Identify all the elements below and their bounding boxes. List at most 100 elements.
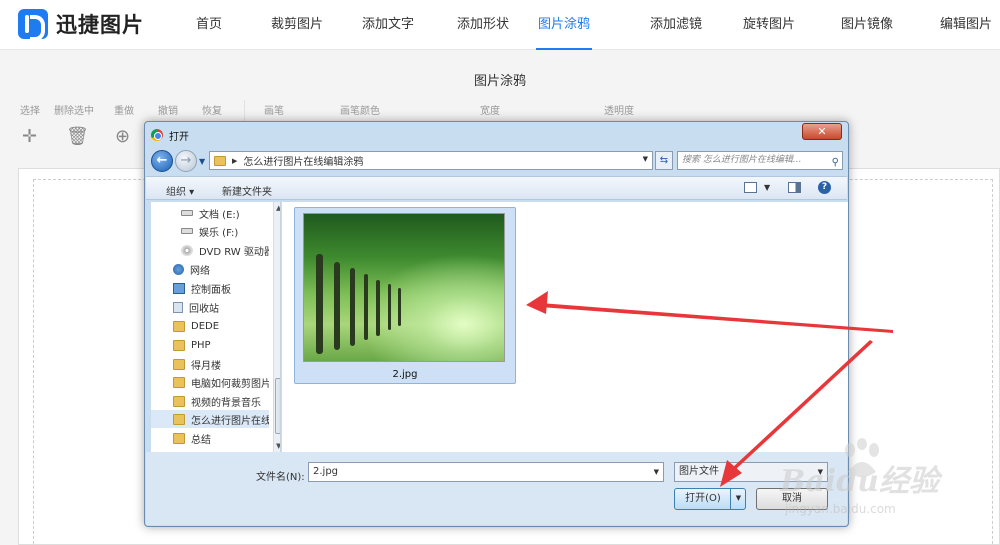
nav-menu: 首页 裁剪图片 添加文字 添加形状 图片涂鸦 添加滤镜 旋转图片 图片镜像 编辑… bbox=[180, 0, 1000, 50]
address-bar[interactable]: ▶ 怎么进行图片在线编辑涂鸦 ▼ bbox=[209, 151, 653, 170]
tool-label-delete: 删除选中 bbox=[54, 106, 94, 117]
scroll-down-icon[interactable]: ▼ bbox=[276, 442, 280, 450]
move-icon[interactable]: ✛ bbox=[22, 126, 37, 147]
tree-item-folder[interactable]: PHP bbox=[151, 336, 269, 354]
file-list-pane: 2.jpg bbox=[282, 202, 848, 452]
tree-item-label: 娱乐 (F:) bbox=[199, 227, 239, 239]
drive-icon bbox=[181, 228, 193, 234]
nav-item-filter[interactable]: 添加滤镜 bbox=[622, 0, 730, 50]
logo[interactable]: 迅捷图片 bbox=[18, 9, 144, 41]
open-dropdown-icon[interactable]: ▼ bbox=[730, 488, 746, 510]
logo-text: 迅捷图片 bbox=[56, 13, 144, 37]
tree-item-recycle-bin[interactable]: 回收站 bbox=[151, 298, 269, 316]
breadcrumb-arrow-icon[interactable]: ▶ bbox=[232, 157, 237, 165]
search-icon: ⚲ bbox=[831, 157, 839, 168]
file-item[interactable]: 2.jpg bbox=[294, 207, 516, 384]
tree-item-label: 文档 (E:) bbox=[199, 209, 240, 221]
tree-item-folder[interactable]: 总结 bbox=[151, 429, 269, 447]
tool-label-select: 选择 bbox=[20, 106, 40, 117]
tree-item-label: 视频的背景音乐 bbox=[191, 397, 261, 409]
dialog-title-bar: 打开 bbox=[151, 126, 189, 144]
tree-item-folder[interactable]: 得月楼 bbox=[151, 355, 269, 373]
tree-trunk-shape bbox=[334, 262, 340, 350]
address-row: ← → ▼ ▶ 怎么进行图片在线编辑涂鸦 ▼ ⇆ 搜索 怎么进行图片在线编辑..… bbox=[151, 149, 843, 173]
nav-item-home[interactable]: 首页 bbox=[180, 0, 238, 50]
back-button[interactable]: ← bbox=[151, 150, 173, 172]
watermark-text: Baidu经验 bbox=[780, 464, 939, 499]
tree-item-control-panel[interactable]: 控制面板 bbox=[151, 279, 269, 297]
view-dropdown-icon[interactable]: ▼ bbox=[764, 183, 770, 192]
tree-item-folder[interactable]: DEDE bbox=[151, 317, 269, 335]
nav-item-add-text[interactable]: 添加文字 bbox=[346, 0, 430, 50]
logo-icon bbox=[18, 9, 48, 41]
tree-scrollbar[interactable]: ▲ ▼ bbox=[273, 202, 280, 452]
filename-dropdown-icon[interactable]: ▼ bbox=[654, 463, 659, 481]
folder-icon bbox=[173, 413, 185, 425]
scroll-up-icon[interactable]: ▲ bbox=[276, 204, 280, 212]
nav-item-rotate[interactable]: 旋转图片 bbox=[730, 0, 808, 50]
nav-item-mirror[interactable]: 图片镜像 bbox=[808, 0, 926, 50]
nav-item-doodle[interactable]: 图片涂鸦 bbox=[536, 0, 592, 50]
baidu-watermark: Baidu经验 jingyan.baidu.com bbox=[780, 438, 980, 528]
help-icon[interactable]: ? bbox=[818, 181, 831, 194]
tree-trunk-shape bbox=[376, 280, 380, 336]
view-options-icon[interactable] bbox=[744, 182, 757, 193]
drive-icon bbox=[181, 210, 193, 216]
tree-item-dvd[interactable]: DVD RW 驱动器 bbox=[151, 241, 269, 259]
filename-input[interactable]: 2.jpg ▼ bbox=[308, 462, 664, 482]
preview-pane-icon[interactable] bbox=[788, 182, 801, 193]
tree-item-folder-selected[interactable]: 怎么进行图片在线 bbox=[151, 410, 269, 428]
dvd-icon bbox=[181, 244, 193, 256]
tree-item-folder[interactable]: 电脑如何裁剪图片 bbox=[151, 373, 269, 391]
address-path: 怎么进行图片在线编辑涂鸦 bbox=[243, 157, 364, 168]
tree-trunk-shape bbox=[316, 254, 323, 354]
history-dropdown-icon[interactable]: ▼ bbox=[199, 157, 205, 166]
scrollbar-thumb[interactable] bbox=[275, 378, 280, 434]
new-folder-button[interactable]: 新建文件夹 bbox=[222, 183, 272, 198]
organize-button[interactable]: 组织 ▾ bbox=[166, 183, 194, 198]
recycle-bin-icon bbox=[173, 301, 183, 313]
tree-item-label: DVD RW 驱动器 bbox=[199, 246, 269, 258]
navigation-pane: 文档 (E:) 娱乐 (F:) DVD RW 驱动器 网络 控制面板 回收站 D… bbox=[151, 202, 281, 452]
dialog-footer: 文件名(N): 2.jpg ▼ 图片文件 ▼ 打开(O) ▼ 取消 bbox=[146, 452, 847, 525]
tree-item-drive-f[interactable]: 娱乐 (F:) bbox=[151, 222, 269, 240]
file-name: 2.jpg bbox=[392, 369, 418, 380]
tree-item-folder[interactable]: 视频的背景音乐 bbox=[151, 392, 269, 410]
tool-label-undo: 撤销 bbox=[158, 106, 178, 117]
command-bar: 组织 ▾ 新建文件夹 ▼ ? bbox=[146, 176, 847, 200]
top-nav: 迅捷图片 首页 裁剪图片 添加文字 添加形状 图片涂鸦 添加滤镜 旋转图片 图片… bbox=[0, 0, 1000, 50]
page-title: 图片涂鸦 bbox=[473, 74, 526, 89]
image-thumbnail bbox=[303, 213, 505, 362]
tool-label-brush-color: 画笔颜色 bbox=[340, 106, 380, 117]
folder-icon bbox=[173, 395, 185, 407]
chrome-icon bbox=[151, 129, 163, 141]
tree-item-label: 网络 bbox=[190, 265, 210, 277]
watermark-url: jingyan.baidu.com bbox=[785, 502, 896, 516]
tool-label-width: 宽度 bbox=[480, 106, 500, 117]
tree-item-label: DEDE bbox=[191, 320, 220, 332]
nav-item-crop[interactable]: 裁剪图片 bbox=[248, 0, 346, 50]
close-button[interactable]: ✕ bbox=[802, 123, 842, 140]
open-file-dialog: 打开 ✕ ← → ▼ ▶ 怎么进行图片在线编辑涂鸦 ▼ ⇆ 搜索 怎么进行图片在… bbox=[144, 121, 849, 527]
nav-item-add-shape[interactable]: 添加形状 bbox=[430, 0, 536, 50]
tree-item-label: 得月楼 bbox=[191, 360, 221, 372]
folder-icon bbox=[173, 432, 185, 444]
folder-icon bbox=[173, 358, 185, 370]
forward-button[interactable]: → bbox=[175, 150, 197, 172]
nav-item-edit[interactable]: 编辑图片 bbox=[926, 0, 1000, 50]
open-button-label: 打开(O) bbox=[685, 493, 721, 504]
tool-label-redo: 重做 bbox=[114, 106, 134, 117]
folder-icon bbox=[173, 376, 185, 388]
filetype-value: 图片文件 bbox=[679, 466, 719, 477]
crosshair-icon[interactable]: ⊕ bbox=[115, 126, 130, 147]
refresh-button[interactable]: ⇆ bbox=[655, 151, 673, 170]
tree-item-network[interactable]: 网络 bbox=[151, 260, 269, 278]
tree-trunk-shape bbox=[398, 288, 401, 326]
tree-item-label: 电脑如何裁剪图片 bbox=[191, 378, 269, 390]
address-dropdown-icon[interactable]: ▼ bbox=[643, 155, 648, 163]
tree-item-label: 总结 bbox=[191, 434, 211, 446]
search-input[interactable]: 搜索 怎么进行图片在线编辑... ⚲ bbox=[677, 151, 843, 170]
tree-item-drive-e[interactable]: 文档 (E:) bbox=[151, 204, 269, 222]
tree-item-label: 控制面板 bbox=[191, 284, 231, 296]
trash-icon[interactable]: 🗑 bbox=[66, 126, 89, 147]
